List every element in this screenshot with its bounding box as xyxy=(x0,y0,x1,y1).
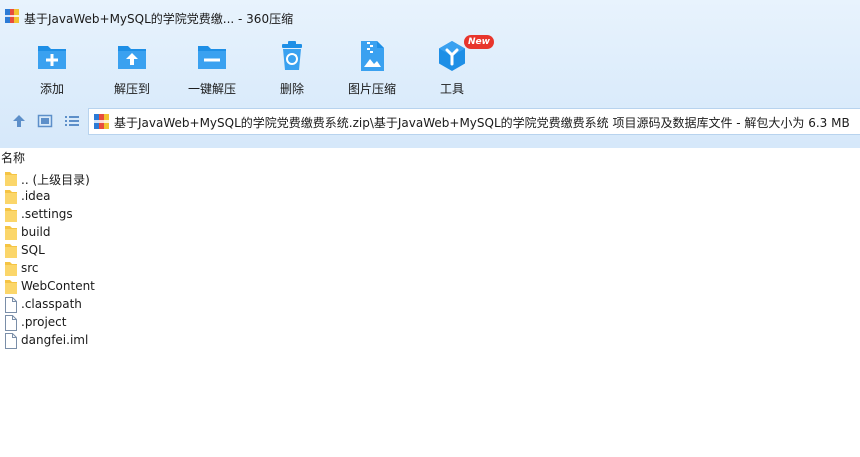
file-icon xyxy=(5,333,17,349)
folder-icon xyxy=(5,244,17,258)
tools-icon xyxy=(439,41,465,71)
file-name: WebContent xyxy=(21,279,95,293)
one-click-extract-button[interactable]: 一键解压 xyxy=(172,38,252,96)
image-compress-button[interactable]: 图片压缩 xyxy=(332,38,412,96)
list-item[interactable]: SQL xyxy=(0,242,860,260)
add-archive-icon xyxy=(38,46,66,69)
toolbar: 添加 解压到 一键解压 删除 图片压缩 New 工具 xyxy=(0,34,860,98)
folder-icon xyxy=(5,262,17,276)
extract-to-label: 解压到 xyxy=(113,82,150,96)
extract-to-button[interactable]: 解压到 xyxy=(92,38,172,96)
archive-app-icon xyxy=(5,9,19,23)
list-item[interactable]: .settings xyxy=(0,206,860,224)
file-name: .settings xyxy=(21,207,73,221)
file-name: .project xyxy=(21,315,67,329)
file-list: 名称 .. (上级目录) .idea .settings build SQL s… xyxy=(0,148,860,457)
file-name: src xyxy=(21,261,39,275)
tools-button[interactable]: New 工具 xyxy=(412,35,494,96)
folder-icon xyxy=(5,190,17,204)
file-name: dangfei.iml xyxy=(21,333,89,347)
one-click-extract-label: 一键解压 xyxy=(187,82,236,96)
thumbnail-view-icon[interactable] xyxy=(37,113,53,129)
image-compress-icon xyxy=(361,41,384,71)
add-button[interactable]: 添加 xyxy=(12,38,92,96)
column-name-header[interactable]: 名称 xyxy=(1,149,25,166)
archive-file-icon xyxy=(94,114,109,129)
path-text: 基于JavaWeb+MySQL的学院党费缴费系统.zip\基于JavaWeb+M… xyxy=(114,116,850,130)
list-view-icon[interactable] xyxy=(64,113,80,129)
file-name: build xyxy=(21,225,51,239)
list-item[interactable]: .. (上级目录) xyxy=(0,170,860,188)
file-icon xyxy=(5,297,17,313)
column-header: 名称 xyxy=(0,148,860,166)
window-chrome: 基于JavaWeb+MySQL的学院党费缴... - 360压缩 添加 解压到 xyxy=(0,0,860,148)
delete-label: 删除 xyxy=(279,82,304,96)
list-item[interactable]: src xyxy=(0,260,860,278)
folder-icon xyxy=(5,226,17,240)
file-name: .. (上级目录) xyxy=(21,173,90,187)
path-field[interactable]: 基于JavaWeb+MySQL的学院党费缴费系统.zip\基于JavaWeb+M… xyxy=(88,108,860,135)
extract-to-icon xyxy=(118,46,146,69)
tools-label: 工具 xyxy=(439,82,464,96)
window-title: 基于JavaWeb+MySQL的学院党费缴... - 360压缩 xyxy=(24,12,294,26)
folder-icon xyxy=(5,280,17,294)
delete-button[interactable]: 删除 xyxy=(252,38,332,96)
recycle-delete-icon xyxy=(282,41,302,70)
file-icon xyxy=(5,315,17,331)
folder-icon xyxy=(5,208,17,222)
file-name: .idea xyxy=(21,189,51,203)
address-bar: 基于JavaWeb+MySQL的学院党费缴费系统.zip\基于JavaWeb+M… xyxy=(0,106,860,136)
new-badge: New xyxy=(464,35,494,49)
add-label: 添加 xyxy=(39,82,64,96)
up-arrow-icon[interactable] xyxy=(11,113,27,129)
one-click-extract-icon xyxy=(198,46,226,69)
list-item[interactable]: .project xyxy=(0,314,860,332)
list-item[interactable]: build xyxy=(0,224,860,242)
title-bar: 基于JavaWeb+MySQL的学院党费缴... - 360压缩 xyxy=(0,0,860,34)
list-item[interactable]: .classpath xyxy=(0,296,860,314)
list-item[interactable]: WebContent xyxy=(0,278,860,296)
list-item[interactable]: .idea xyxy=(0,188,860,206)
list-item[interactable]: dangfei.iml xyxy=(0,332,860,350)
folder-icon xyxy=(5,172,17,186)
image-compress-label: 图片压缩 xyxy=(347,82,396,96)
file-name: .classpath xyxy=(21,297,82,311)
file-rows: .. (上级目录) .idea .settings build SQL src … xyxy=(0,170,860,350)
file-name: SQL xyxy=(21,243,45,257)
